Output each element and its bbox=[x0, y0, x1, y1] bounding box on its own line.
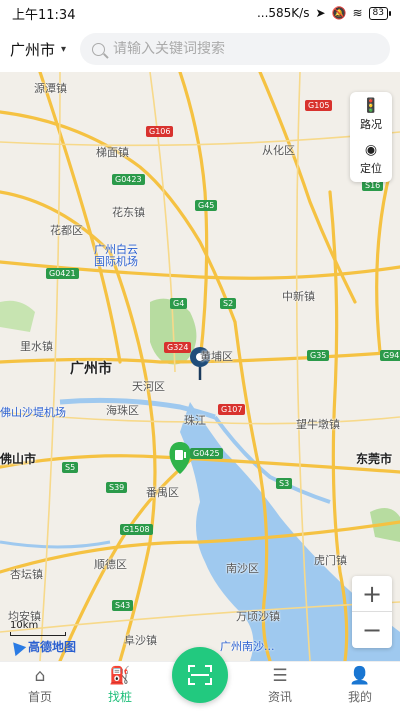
map-city-label: 东莞市 bbox=[356, 452, 393, 466]
tab-news[interactable]: ☰ 资讯 bbox=[240, 661, 320, 711]
road-shield: G0421 bbox=[46, 268, 79, 279]
map-place-label: 顺德区 bbox=[94, 558, 127, 571]
search-icon bbox=[92, 42, 106, 56]
amap-logo-icon bbox=[7, 637, 27, 656]
map-place-label: 广州南沙... bbox=[220, 640, 275, 653]
header: 广州市 ▾ bbox=[0, 26, 400, 72]
tab-find-pile-label: 找桩 bbox=[107, 690, 132, 704]
map-place-label: 虎门镇 bbox=[314, 554, 347, 567]
home-icon: ⌂ bbox=[34, 666, 46, 686]
road-shield: G4 bbox=[170, 298, 188, 309]
zoom-out-button[interactable]: − bbox=[352, 612, 392, 648]
map-place-label: 从化区 bbox=[262, 144, 295, 157]
airport-label: 广州白云 国际机场 bbox=[94, 243, 138, 268]
tab-mine-label: 我的 bbox=[347, 690, 372, 704]
map-provider-name: 高德地图 bbox=[28, 640, 77, 654]
map-provider-logo: 高德地图 bbox=[7, 637, 77, 656]
road-shield: S2 bbox=[220, 298, 237, 309]
bottom-tab-bar: ⌂ 首页 ⛽ 找桩 ☰ 资讯 👤 我的 bbox=[0, 647, 400, 711]
road-shield: G1508 bbox=[120, 524, 153, 535]
location-icon: ➤ bbox=[315, 6, 326, 20]
scale-bar bbox=[10, 632, 66, 636]
locate-button[interactable]: ◉ 定位 bbox=[360, 142, 382, 176]
map-scale: 10km bbox=[10, 620, 66, 636]
map-place-label: 珠江 bbox=[184, 414, 206, 427]
chevron-down-icon: ▾ bbox=[61, 43, 67, 55]
road-shield: S43 bbox=[112, 600, 134, 611]
user-icon: 👤 bbox=[349, 666, 371, 686]
wifi-icon: ≋ bbox=[352, 6, 363, 20]
map-tools-panel: 🚦 路况 ◉ 定位 bbox=[350, 92, 392, 182]
road-shield: G105 bbox=[305, 100, 333, 111]
map-place-label: 番禺区 bbox=[146, 486, 179, 499]
road-shield: G106 bbox=[146, 126, 174, 137]
scan-button[interactable] bbox=[172, 647, 228, 703]
map-place-label: 花都区 bbox=[50, 224, 83, 237]
scale-label: 10km bbox=[10, 620, 39, 631]
road-shield: S5 bbox=[62, 462, 79, 473]
search-input[interactable] bbox=[113, 41, 378, 57]
scan-icon bbox=[188, 665, 212, 685]
locate-icon: ◉ bbox=[364, 142, 378, 158]
map-canvas bbox=[0, 72, 400, 661]
road-shield: G0425 bbox=[190, 448, 223, 459]
traffic-label: 路况 bbox=[360, 118, 382, 131]
road-shield: G324 bbox=[164, 342, 192, 353]
map-place-label: 天河区 bbox=[132, 380, 165, 393]
road-shield: G107 bbox=[218, 404, 246, 415]
zoom-in-button[interactable]: + bbox=[352, 576, 392, 612]
news-icon: ☰ bbox=[272, 666, 288, 686]
tab-scan bbox=[160, 647, 240, 711]
road-shield: S3 bbox=[276, 478, 293, 489]
map-city-label: 广州市 bbox=[70, 361, 112, 377]
status-indicators: ...585K/s ➤ 🔕 ≋ 83 bbox=[256, 6, 392, 20]
tab-mine[interactable]: 👤 我的 bbox=[320, 661, 400, 711]
city-name: 广州市 bbox=[10, 40, 56, 59]
charging-station-icon: ⛽ bbox=[109, 666, 131, 686]
map-place-label: 佛山沙堤机场 bbox=[0, 406, 66, 419]
locate-label: 定位 bbox=[360, 162, 382, 175]
map-place-label: 海珠区 bbox=[106, 404, 139, 417]
road-shield: G94 bbox=[380, 350, 400, 361]
tab-home-label: 首页 bbox=[27, 690, 52, 704]
map-place-label: 里水镇 bbox=[20, 340, 53, 353]
status-bar: 上午11:34 ...585K/s ➤ 🔕 ≋ 83 bbox=[0, 0, 400, 26]
road-shield: G0423 bbox=[112, 174, 145, 185]
net-speed: ...585K/s bbox=[256, 6, 310, 20]
map-place-label: 梯面镇 bbox=[96, 146, 129, 159]
map-place-label: 黄埔区 bbox=[200, 350, 233, 363]
traffic-light-icon: 🚦 bbox=[362, 98, 380, 114]
tab-news-label: 资讯 bbox=[267, 690, 292, 704]
map-place-label: 南沙区 bbox=[226, 562, 259, 575]
map-place-label: 中新镇 bbox=[282, 290, 315, 303]
map-place-label: 阜沙镇 bbox=[124, 634, 157, 647]
search-box[interactable] bbox=[80, 33, 390, 65]
map-place-label: 万顷沙镇 bbox=[236, 610, 280, 623]
map-place-label: 望牛墩镇 bbox=[296, 418, 340, 431]
status-time: 上午11:34 bbox=[12, 7, 76, 23]
map-place-label: 杏坛镇 bbox=[10, 568, 43, 581]
map-place-label: 花东镇 bbox=[112, 206, 145, 219]
city-selector[interactable]: 广州市 ▾ bbox=[10, 39, 66, 60]
tab-home[interactable]: ⌂ 首页 bbox=[0, 661, 80, 711]
zoom-control: + − bbox=[352, 576, 392, 648]
map-city-label: 佛山市 bbox=[0, 452, 37, 466]
charging-pile-marker bbox=[169, 442, 191, 474]
road-shield: G45 bbox=[195, 200, 218, 211]
mute-icon: 🔕 bbox=[331, 6, 347, 20]
map-place-label: 源潭镇 bbox=[34, 82, 67, 95]
road-shield: G35 bbox=[307, 350, 330, 361]
traffic-button[interactable]: 🚦 路况 bbox=[360, 98, 382, 132]
tab-find-pile[interactable]: ⛽ 找桩 bbox=[80, 661, 160, 711]
battery-icon: 83 bbox=[368, 6, 392, 20]
map-view[interactable]: G105 G106 G0423 G45 S16 G0421 G4 S2 G324… bbox=[0, 72, 400, 661]
road-shield: S39 bbox=[106, 482, 128, 493]
